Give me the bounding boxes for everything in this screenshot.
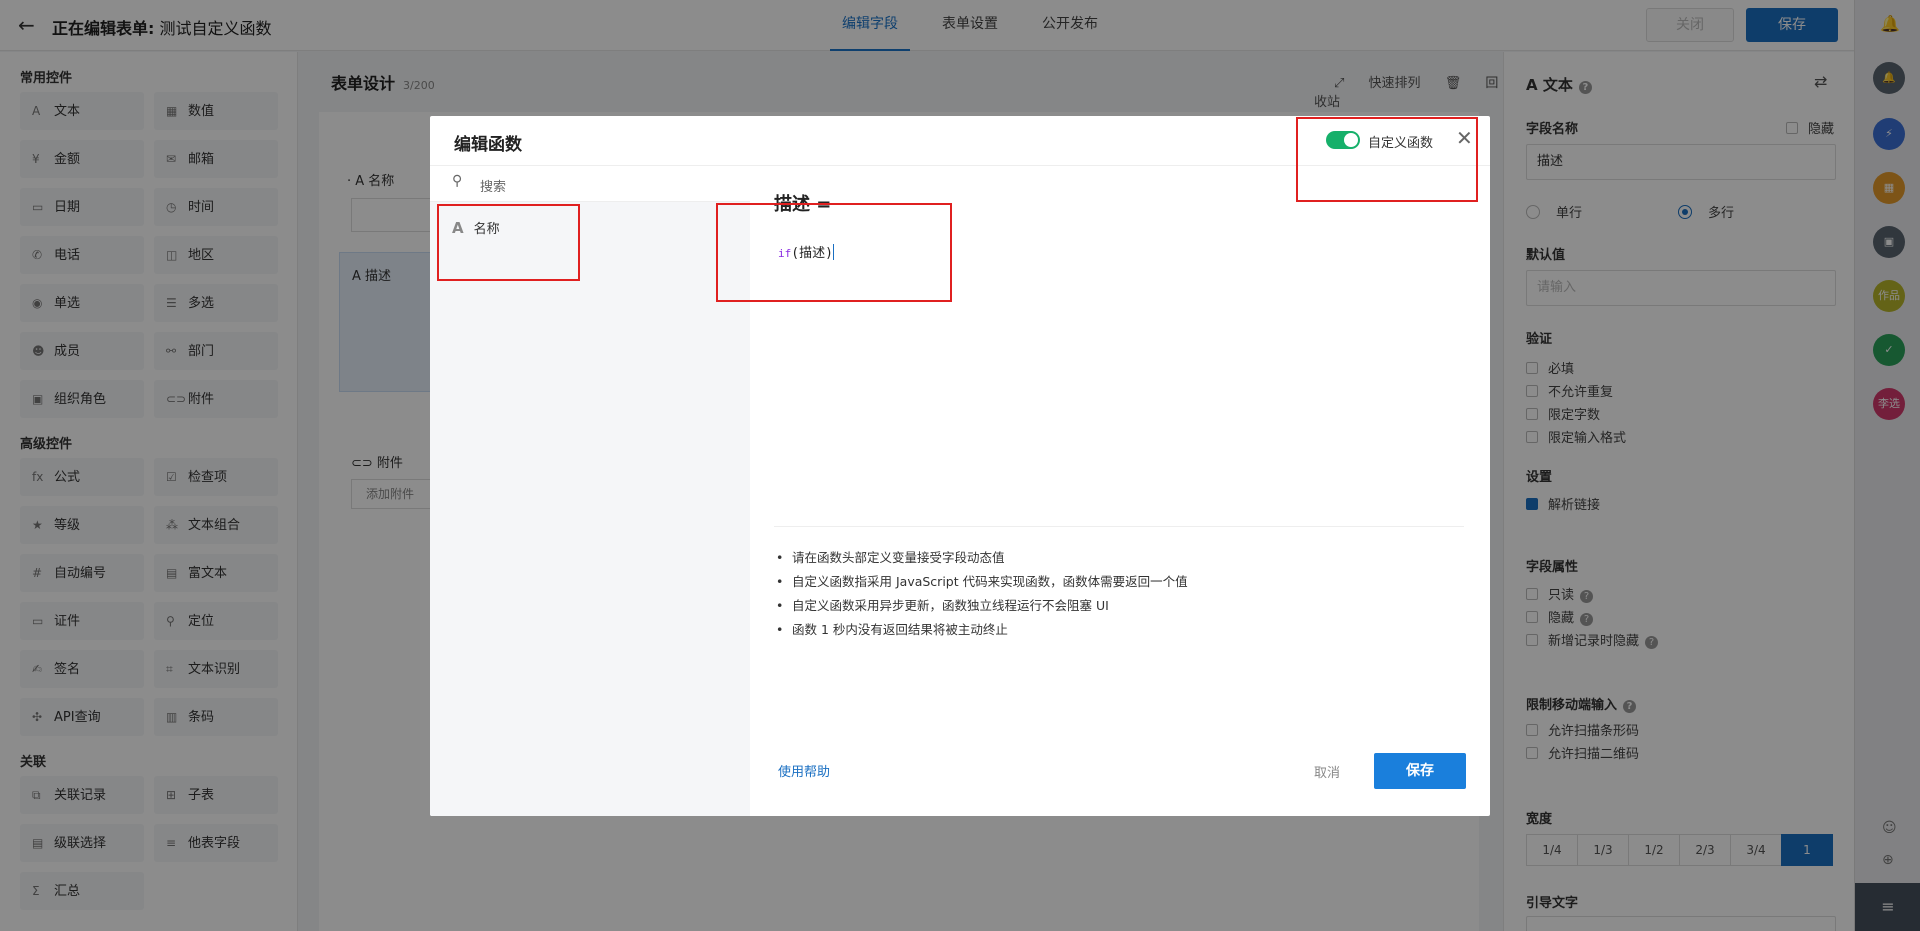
tip-item: 函数 1 秒内没有返回结果将被主动终止	[774, 618, 1188, 642]
search-input[interactable]: 搜索	[480, 176, 506, 195]
tip-item: 自定义函数指采用 JavaScript 代码来实现函数，函数体需要返回一个值	[774, 570, 1188, 594]
edit-function-dialog: 编辑函数 自定义函数 ✕ ⚲ 搜索 A名称 描述 = if(描述) 请在函数头部…	[430, 116, 1490, 816]
highlight-box-code	[716, 203, 952, 302]
highlight-box-field-list	[437, 204, 580, 281]
dialog-title: 编辑函数	[454, 135, 522, 155]
save-function-button[interactable]: 保存	[1374, 753, 1466, 789]
cancel-button[interactable]: 取消	[1314, 762, 1340, 781]
tip-item: 请在函数头部定义变量接受字段动态值	[774, 546, 1188, 570]
highlight-box-toggle	[1296, 117, 1478, 202]
usage-help-link[interactable]: 使用帮助	[778, 761, 830, 780]
field-search[interactable]: ⚲ 搜索	[430, 166, 750, 202]
divider	[774, 526, 1464, 527]
search-icon: ⚲	[452, 173, 463, 189]
function-tips: 请在函数头部定义变量接受字段动态值 自定义函数指采用 JavaScript 代码…	[774, 546, 1188, 642]
tip-item: 自定义函数采用异步更新，函数独立线程运行不会阻塞 UI	[774, 594, 1188, 618]
